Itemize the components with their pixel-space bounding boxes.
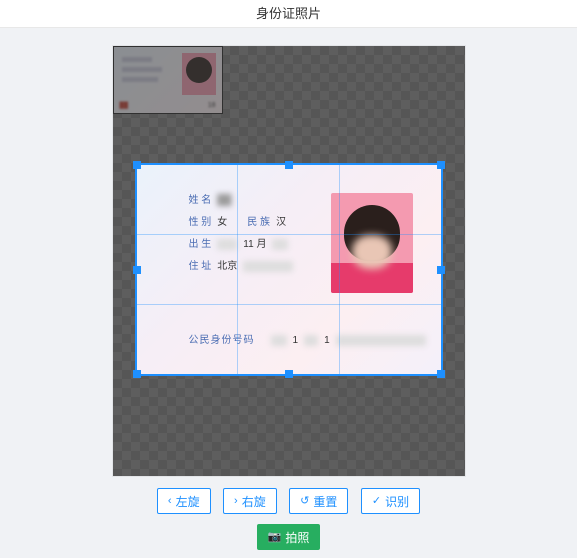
title-text: 身份证照片: [256, 6, 321, 21]
crop-handle-sw[interactable]: [133, 370, 141, 378]
crop-mask: [113, 376, 465, 476]
chevron-right-icon: ›: [234, 496, 238, 507]
crop-handle-n[interactable]: [285, 161, 293, 169]
rotate-left-button[interactable]: ‹ 左旋: [157, 488, 211, 514]
camera-icon: 📷: [268, 532, 282, 543]
crop-mask: [113, 163, 135, 376]
crop-mask: [113, 46, 465, 163]
image-crop-workspace[interactable]: ██ 18 姓 名 ██ 性 别 女 民 族 汉 出 生 11 月 住 址 北京…: [113, 46, 465, 476]
reset-button[interactable]: ↺ 重置: [289, 488, 348, 514]
crop-handle-e[interactable]: [437, 266, 445, 274]
crop-handle-s[interactable]: [285, 370, 293, 378]
crop-mask: [443, 163, 465, 376]
capture-button[interactable]: 📷 拍照: [257, 524, 321, 550]
chevron-left-icon: ‹: [168, 496, 172, 507]
recognize-button[interactable]: ✓ 识别: [361, 488, 420, 514]
check-icon: ✓: [372, 496, 381, 507]
crop-handle-w[interactable]: [133, 266, 141, 274]
crop-handle-se[interactable]: [437, 370, 445, 378]
crop-handle-ne[interactable]: [437, 161, 445, 169]
rotate-right-button[interactable]: › 右旋: [223, 488, 277, 514]
reset-icon: ↺: [300, 496, 309, 507]
toolbar: ‹ 左旋 › 右旋 ↺ 重置 ✓ 识别 📷 拍照: [0, 488, 577, 550]
crop-selection[interactable]: [135, 163, 443, 376]
modal-title: 身份证照片: [0, 0, 577, 28]
crop-handle-nw[interactable]: [133, 161, 141, 169]
